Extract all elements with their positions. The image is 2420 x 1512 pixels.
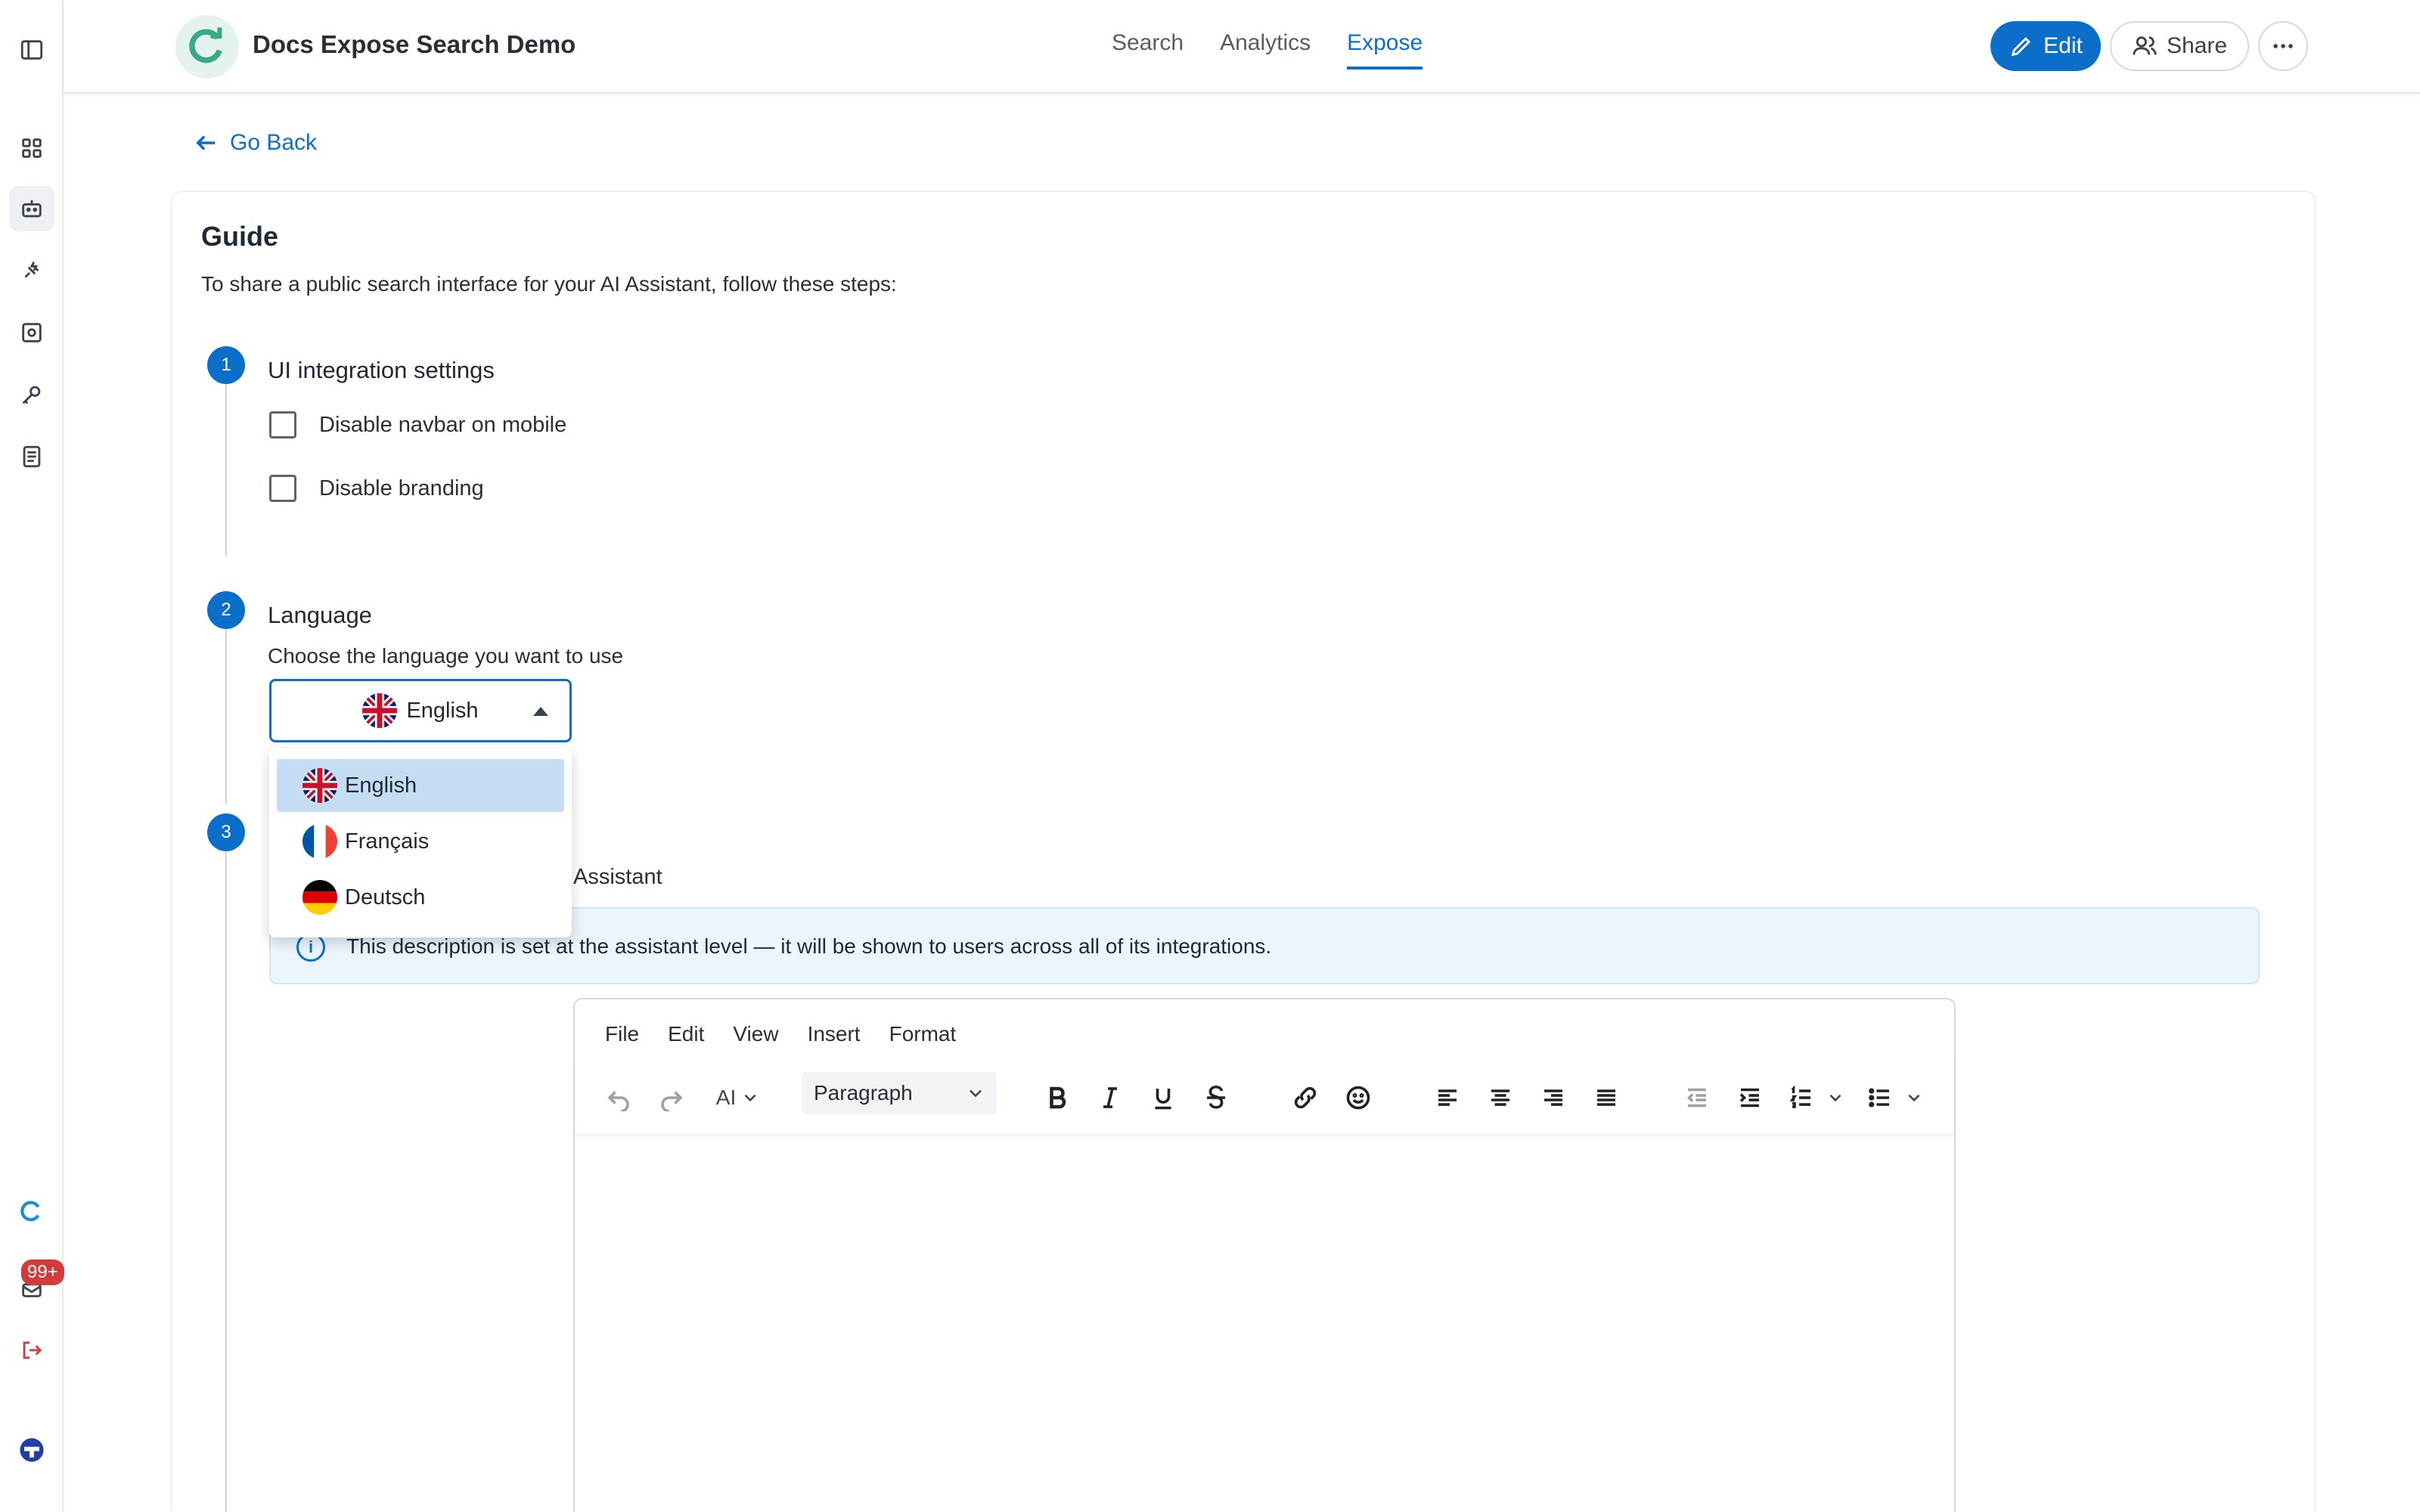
underline-icon[interactable] [1145,1080,1181,1116]
strikethrough-icon[interactable] [1198,1080,1234,1116]
edit-button-label: Edit [2043,33,2083,58]
undo-icon[interactable] [600,1080,637,1116]
step-connector [225,626,227,804]
step-number: 1 [207,346,245,384]
tab-expose[interactable]: Expose [1347,30,1423,70]
chevron-down-icon [744,1094,756,1102]
logout-icon[interactable] [9,1328,54,1373]
guide-description: To share a public search interface for y… [201,272,897,296]
uk-flag-icon [302,768,337,803]
more-options-button[interactable] [2258,21,2308,71]
numbered-list-icon[interactable] [1783,1080,1820,1116]
user-avatar[interactable] [9,1427,54,1473]
brand-mini-icon[interactable] [9,1188,54,1234]
step-title: UI integration settings [268,357,495,383]
assistant-description-label: Assistant [573,865,662,889]
ai-dropdown[interactable]: AI [708,1080,768,1116]
go-back-label: Go Back [230,130,318,155]
option-label: Français [345,829,430,854]
bullet-list-icon[interactable] [1862,1080,1898,1116]
plug-icon[interactable] [9,248,54,293]
top-bar: Docs Expose Search Demo Search Analytics… [64,0,2420,94]
editor-menubar: File Edit View Insert Format [605,1022,956,1046]
italic-icon[interactable] [1092,1080,1128,1116]
option-label: Deutsch [345,885,426,909]
more-dots-icon [2273,44,2293,48]
info-text: This description is set at the assistant… [346,934,1272,958]
language-label: Choose the language you want to use [268,644,624,668]
menu-insert[interactable]: Insert [808,1022,861,1046]
panel-toggle-icon[interactable] [9,27,54,73]
block-format-label: Paragraph [814,1081,913,1105]
block-format-select[interactable]: Paragraph [802,1072,997,1114]
chevron-down-icon[interactable] [1901,1080,1927,1116]
chevron-down-icon[interactable] [1823,1080,1848,1116]
checkbox-label: Disable navbar on mobile [319,412,567,437]
edit-button[interactable]: Edit [1990,21,2101,71]
language-option-english[interactable]: English [277,759,564,812]
menu-view[interactable]: View [733,1022,778,1046]
grid-icon[interactable] [9,125,54,171]
notification-badge: 99+ [21,1259,64,1285]
menu-file[interactable]: File [605,1022,639,1046]
disable-branding-checkbox[interactable] [269,475,296,502]
step-number: 3 [207,813,245,851]
bold-icon[interactable] [1039,1080,1075,1116]
indent-icon[interactable] [1732,1080,1768,1116]
disable-navbar-checkbox[interactable] [269,411,296,438]
disable-navbar-option[interactable]: Disable navbar on mobile [269,411,566,438]
users-icon [2133,36,2157,55]
scan-icon[interactable] [9,310,54,355]
redo-icon[interactable] [653,1080,690,1116]
app-logo[interactable] [175,15,239,79]
uk-flag-icon [362,693,398,728]
align-left-icon[interactable] [1429,1080,1466,1116]
rich-text-editor: File Edit View Insert Format AI Paragrap… [573,998,1956,1512]
align-right-icon[interactable] [1535,1080,1571,1116]
tab-analytics[interactable]: Analytics [1220,30,1311,70]
editor-toolbar: AI Paragraph [575,1060,1954,1136]
option-label: English [345,773,417,798]
ai-label: AI [715,1086,737,1109]
step-connector [225,384,227,556]
key-icon[interactable] [9,372,54,417]
disable-branding-option[interactable]: Disable branding [269,475,484,502]
outdent-icon[interactable] [1679,1080,1715,1116]
align-justify-icon[interactable] [1588,1080,1624,1116]
tab-search[interactable]: Search [1112,30,1184,70]
step-title: Language [268,602,372,628]
selected-language: English [406,698,479,723]
checkbox-label: Disable branding [319,476,484,500]
germany-flag-icon [302,880,337,915]
menu-edit[interactable]: Edit [668,1022,704,1046]
app-title: Docs Expose Search Demo [253,30,576,58]
emoji-icon[interactable] [1340,1080,1376,1116]
book-icon[interactable] [9,434,54,479]
link-icon[interactable] [1287,1080,1323,1116]
guide-title: Guide [201,221,279,252]
share-button-label: Share [2166,33,2228,58]
share-button[interactable]: Share [2110,21,2249,71]
left-rail: 99+ [0,0,64,1512]
arrow-left-icon [196,135,216,150]
language-option-german[interactable]: Deutsch [277,871,564,924]
main-tabs: Search Analytics Expose [1112,30,1423,70]
language-option-french[interactable]: Français [277,815,564,868]
bot-icon[interactable] [9,186,54,231]
france-flag-icon [302,824,337,859]
step-number: 2 [207,591,245,629]
step-connector [225,850,227,1512]
caret-up-icon [533,707,548,716]
pencil-icon [2011,37,2031,57]
align-center-icon[interactable] [1482,1080,1519,1116]
menu-format[interactable]: Format [889,1022,957,1046]
chevron-down-icon [970,1089,982,1098]
go-back-link[interactable]: Go Back [194,130,317,156]
language-dropdown: English Français Deutsch [269,748,572,937]
language-select[interactable]: English [269,679,572,742]
